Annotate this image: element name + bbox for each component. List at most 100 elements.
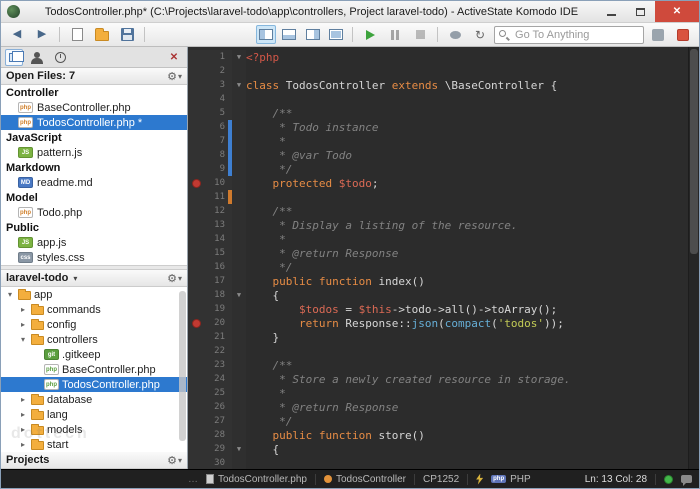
- editor-scrollbar[interactable]: [688, 47, 699, 469]
- fold-margin[interactable]: [232, 106, 246, 120]
- fold-margin[interactable]: [232, 428, 246, 442]
- expand-arrow-icon[interactable]: ▾: [18, 335, 28, 344]
- pause-button[interactable]: [384, 25, 406, 45]
- fold-margin[interactable]: [232, 330, 246, 344]
- breakpoint-margin[interactable]: [188, 204, 204, 218]
- breakpoint-margin[interactable]: [188, 78, 204, 92]
- code-text[interactable]: [246, 190, 688, 204]
- fold-margin[interactable]: [232, 92, 246, 106]
- code-text[interactable]: [246, 64, 688, 78]
- toggle-right-pane-button[interactable]: [303, 25, 323, 44]
- expand-arrow-icon[interactable]: ▸: [18, 410, 28, 419]
- open-file-item[interactable]: php Todo.php: [1, 205, 187, 220]
- project-settings-button[interactable]: ⚙ ▾: [167, 272, 182, 285]
- breakpoint-margin[interactable]: [188, 400, 204, 414]
- fold-margin[interactable]: [232, 204, 246, 218]
- statusbar-overflow[interactable]: …: [188, 474, 198, 485]
- fold-margin[interactable]: [232, 302, 246, 316]
- toggle-bottom-pane-button[interactable]: [279, 25, 299, 44]
- fold-margin[interactable]: [232, 162, 246, 176]
- refresh-button[interactable]: ↻: [469, 25, 491, 45]
- fold-margin[interactable]: [232, 120, 246, 134]
- code-text[interactable]: *: [246, 232, 688, 246]
- statusbar-syntax-check[interactable]: [476, 473, 484, 485]
- fold-margin[interactable]: [232, 274, 246, 288]
- fold-margin[interactable]: [232, 400, 246, 414]
- code-text[interactable]: protected $todo;: [246, 176, 688, 190]
- breakpoint-margin[interactable]: [188, 260, 204, 274]
- code-text[interactable]: return Response:: json(compact('todos'));: [246, 316, 688, 330]
- breakpoint-margin[interactable]: [188, 414, 204, 428]
- save-button[interactable]: [116, 25, 138, 45]
- fold-margin[interactable]: [232, 372, 246, 386]
- breakpoint-margin[interactable]: [188, 218, 204, 232]
- expand-arrow-icon[interactable]: ▸: [18, 440, 28, 449]
- tree-folder-item[interactable]: ▸ models: [1, 422, 187, 437]
- breakpoint-margin[interactable]: [188, 120, 204, 134]
- code-text[interactable]: [246, 344, 688, 358]
- open-files-pane-tab[interactable]: [5, 48, 24, 66]
- fold-margin[interactable]: [232, 386, 246, 400]
- open-file-button[interactable]: [91, 25, 113, 45]
- tree-scrollbar[interactable]: [179, 291, 186, 441]
- close-button[interactable]: ✕: [655, 1, 699, 22]
- code-text[interactable]: [246, 92, 688, 106]
- fold-margin[interactable]: [232, 148, 246, 162]
- code-text[interactable]: * Todo instance: [246, 120, 688, 134]
- fold-margin[interactable]: [232, 344, 246, 358]
- fold-margin[interactable]: ▼: [232, 288, 246, 302]
- code-text[interactable]: [246, 456, 688, 469]
- run-button[interactable]: [359, 25, 381, 45]
- code-text[interactable]: * @return Response: [246, 400, 688, 414]
- open-file-item[interactable]: php BaseController.php: [1, 100, 187, 115]
- open-file-item[interactable]: JS app.js: [1, 235, 187, 250]
- projects-settings-button[interactable]: ⚙ ▾: [167, 454, 182, 467]
- code-text[interactable]: * @return Response: [246, 246, 688, 260]
- tree-file-item[interactable]: php BaseController.php: [1, 362, 187, 377]
- tree-folder-item[interactable]: ▾ app: [1, 287, 187, 302]
- breakpoint-margin[interactable]: [188, 442, 204, 456]
- code-text[interactable]: /**: [246, 106, 688, 120]
- code-text[interactable]: * Store a newly created resource in stor…: [246, 372, 688, 386]
- maximize-button[interactable]: [626, 1, 655, 22]
- fold-margin[interactable]: [232, 246, 246, 260]
- code-text[interactable]: */: [246, 414, 688, 428]
- breakpoint-margin[interactable]: [188, 456, 204, 469]
- code-text[interactable]: */: [246, 162, 688, 176]
- search-input[interactable]: [494, 25, 645, 44]
- code-text[interactable]: public function index(): [246, 274, 688, 288]
- debug-button[interactable]: [444, 25, 466, 45]
- open-file-item[interactable]: php TodosController.php *: [1, 115, 187, 130]
- code-text[interactable]: * @var Todo: [246, 148, 688, 162]
- code-text[interactable]: *: [246, 386, 688, 400]
- back-button[interactable]: ◀: [6, 25, 28, 45]
- breakpoint-margin[interactable]: [188, 106, 204, 120]
- breakpoint-margin[interactable]: [188, 162, 204, 176]
- minimize-button[interactable]: [597, 1, 626, 22]
- tree-folder-item[interactable]: ▸ lang: [1, 407, 187, 422]
- expand-arrow-icon[interactable]: ▸: [18, 425, 28, 434]
- statusbar-file[interactable]: TodosController.php: [206, 474, 307, 485]
- breakpoint-margin[interactable]: [188, 246, 204, 260]
- breakpoint-icon[interactable]: [191, 178, 201, 188]
- code-text[interactable]: $todos = $this ->todo->all()->toArray();: [246, 302, 688, 316]
- breakpoint-icon[interactable]: [191, 318, 201, 328]
- fold-margin[interactable]: [232, 358, 246, 372]
- fold-margin[interactable]: ▼: [232, 50, 246, 64]
- code-text[interactable]: * Display a listing of the resource.: [246, 218, 688, 232]
- fold-margin[interactable]: [232, 456, 246, 469]
- open-files-settings-button[interactable]: ⚙ ▾: [167, 70, 182, 83]
- fold-margin[interactable]: [232, 316, 246, 330]
- tree-folder-item[interactable]: ▸ config: [1, 317, 187, 332]
- editor-scrollbar-thumb[interactable]: [690, 49, 698, 254]
- breakpoint-margin[interactable]: [188, 134, 204, 148]
- expand-arrow-icon[interactable]: ▸: [18, 395, 28, 404]
- breakpoint-margin[interactable]: [188, 148, 204, 162]
- code-text[interactable]: <?php: [246, 50, 688, 64]
- expand-arrow-icon[interactable]: ▸: [18, 320, 28, 329]
- breakpoint-margin[interactable]: [188, 232, 204, 246]
- breakpoint-margin[interactable]: [188, 274, 204, 288]
- toolbox-button[interactable]: [647, 25, 669, 45]
- breakpoint-margin[interactable]: [188, 190, 204, 204]
- tree-folder-item[interactable]: ▸ database: [1, 392, 187, 407]
